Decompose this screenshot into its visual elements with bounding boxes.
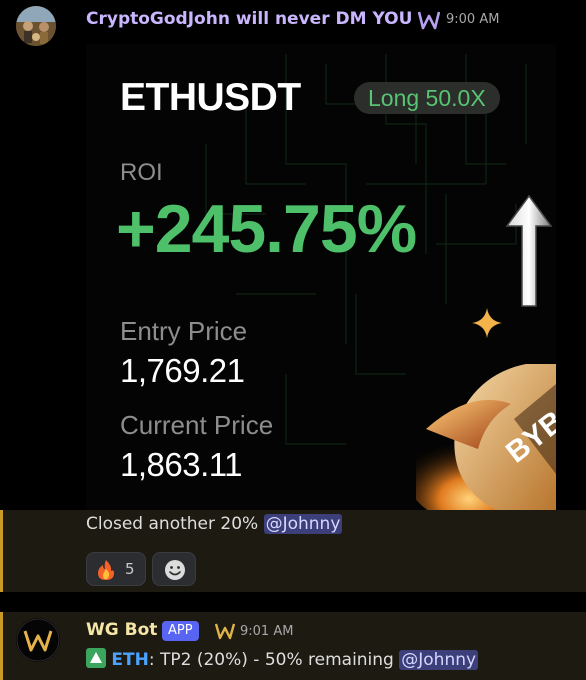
up-arrow-icon — [86, 648, 106, 668]
roi-value: +245.75% — [116, 191, 417, 267]
bybit-rocket-illustration: BYB — [416, 364, 556, 510]
timestamp: 9:00 AM — [446, 12, 500, 27]
bot-message-text: ETH: TP2 (20%) - 50% remaining @Johnny — [86, 648, 479, 670]
username[interactable]: CryptoGodJohn will never DM YOU — [86, 9, 412, 29]
current-price-value: 1,863.11 — [120, 446, 243, 483]
highlight-bar — [0, 612, 3, 680]
leverage-badge: Long 50.0X — [354, 82, 500, 114]
timestamp: 9:01 AM — [240, 624, 294, 639]
bot-text: : TP2 (20%) - 50% remaining — [148, 650, 400, 670]
reaction-fire[interactable]: 5 — [86, 552, 146, 586]
current-price-label: Current Price — [120, 410, 274, 440]
reaction-count: 5 — [125, 560, 135, 578]
up-arrow-icon — [504, 194, 554, 309]
smiley-icon — [165, 560, 185, 580]
w-logo-icon — [417, 10, 441, 30]
entry-price-value: 1,769.21 — [120, 352, 245, 389]
followup-text: Closed another 20% — [86, 514, 264, 534]
roi-label: ROI — [120, 159, 163, 186]
fire-icon — [96, 559, 116, 581]
user-mention[interactable]: @Johnny — [399, 650, 479, 670]
user-avatar[interactable] — [16, 6, 56, 46]
entry-price-label: Entry Price — [120, 316, 248, 346]
w-logo-icon — [214, 622, 236, 640]
message-separator — [0, 592, 586, 612]
add-reaction-button[interactable] — [152, 552, 196, 586]
bot-avatar[interactable] — [16, 618, 60, 662]
highlight-bar — [0, 510, 3, 592]
user-mention[interactable]: @Johnny — [263, 514, 343, 534]
app-tag: APP — [162, 621, 199, 641]
followup-message-text: Closed another 20% @Johnny — [86, 514, 343, 534]
bot-username[interactable]: WG Bot — [86, 620, 157, 640]
trade-card-image[interactable]: ETHUSDT Long 50.0X ROI +245.75% Entry Pr… — [86, 44, 556, 510]
trading-pair: ETHUSDT — [120, 76, 301, 119]
ticker: ETH — [111, 650, 149, 670]
